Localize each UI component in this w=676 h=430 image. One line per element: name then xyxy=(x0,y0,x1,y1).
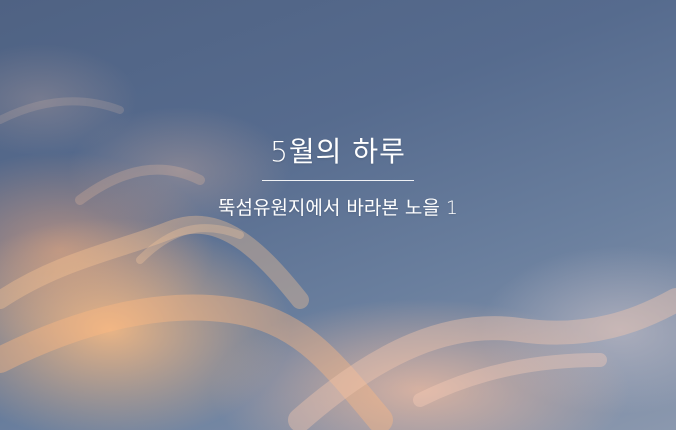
title-divider xyxy=(262,180,414,181)
page-title: 5월의 하루 xyxy=(270,135,406,168)
sunset-sky-hero: 5월의 하루 뚝섬유원지에서 바라본 노을 1 xyxy=(0,0,676,430)
title-block: 5월의 하루 뚝섬유원지에서 바라본 노을 1 xyxy=(0,130,676,223)
page-subtitle: 뚝섬유원지에서 바라본 노을 1 xyxy=(218,197,458,219)
